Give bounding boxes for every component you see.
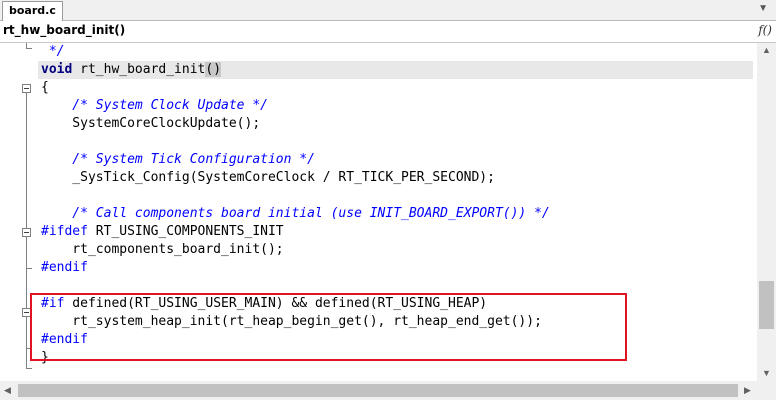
- code-line: {: [41, 80, 49, 95]
- scroll-left-icon[interactable]: ◀: [4, 385, 11, 396]
- code-line: void rt_hw_board_init(): [41, 61, 222, 79]
- scrollbar-corner: [757, 381, 776, 400]
- function-navigation-bar: rt_hw_board_init() f(): [0, 21, 776, 43]
- keyword-token: void: [41, 62, 73, 77]
- code-editor[interactable]: */ void rt_hw_board_init() { /* System C…: [0, 43, 757, 381]
- fold-end-marker: [26, 368, 32, 369]
- code-token: RT_USING_COMPONENTS_INIT: [87, 224, 284, 239]
- fold-toggle-icon[interactable]: [22, 84, 31, 93]
- horizontal-scroll-thumb[interactable]: [18, 384, 738, 397]
- vertical-scroll-thumb[interactable]: [759, 281, 774, 329]
- function-icon[interactable]: f(): [758, 23, 772, 37]
- code-line: #ifdef RT_USING_COMPONENTS_INIT: [41, 223, 284, 241]
- fold-end-marker: [26, 268, 32, 269]
- code-line: /* Call components board initial (use IN…: [41, 206, 550, 221]
- tab-bar: board.c ▼: [0, 0, 776, 21]
- tab-list-dropdown-icon[interactable]: ▼: [758, 3, 768, 14]
- code-line: rt_components_board_init();: [41, 242, 284, 257]
- current-function-name[interactable]: rt_hw_board_init(): [3, 23, 125, 37]
- code-line: /* System Tick Configuration */: [41, 152, 315, 167]
- preprocessor-token: #ifdef: [41, 224, 88, 239]
- code-line: #endif: [41, 259, 88, 277]
- highlight-annotation-box: [30, 293, 627, 361]
- vertical-scrollbar[interactable]: ▲ ▼: [757, 43, 776, 381]
- code-line: SystemCoreClockUpdate();: [41, 116, 261, 131]
- code-line: */: [41, 44, 65, 59]
- preprocessor-token: #endif: [41, 260, 88, 275]
- fold-end-marker: [26, 48, 32, 49]
- code-token: rt_hw_board_init: [72, 62, 206, 77]
- fold-toggle-icon[interactable]: [22, 228, 31, 237]
- matched-brace: (): [205, 62, 222, 77]
- tab-board-c[interactable]: board.c: [2, 1, 63, 21]
- editor-window: board.c ▼ rt_hw_board_init() f() */ void…: [0, 0, 776, 400]
- scroll-down-icon[interactable]: ▼: [762, 368, 771, 378]
- scroll-right-icon[interactable]: ▶: [744, 385, 751, 396]
- code-line: /* System Clock Update */: [41, 98, 268, 113]
- code-line: _SysTick_Config(SystemCoreClock / RT_TIC…: [41, 170, 495, 185]
- horizontal-scrollbar[interactable]: ◀ ▶: [0, 381, 757, 400]
- scroll-up-icon[interactable]: ▲: [762, 45, 771, 55]
